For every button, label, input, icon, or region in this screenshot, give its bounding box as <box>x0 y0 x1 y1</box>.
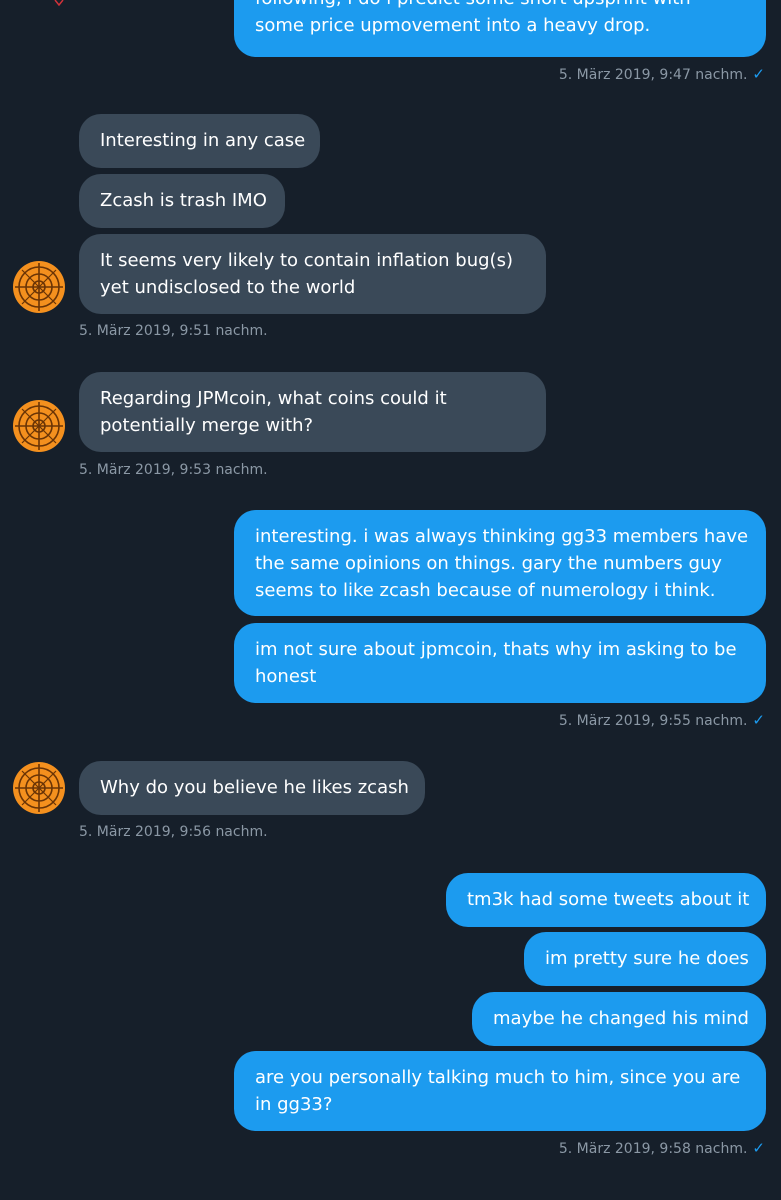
message-text: maybe he changed his mind <box>493 1008 749 1029</box>
message-text: honest <box>255 666 317 687</box>
target-avatar-icon[interactable] <box>12 399 66 453</box>
sent-message[interactable]: maybe he changed his mind <box>472 992 766 1046</box>
received-message[interactable]: Zcash is trash IMO <box>79 174 285 228</box>
message-timestamp: 5. März 2019, 9:53 nachm. <box>79 462 268 478</box>
checkmark-icon: ✓ <box>752 1139 765 1157</box>
sent-message[interactable]: im pretty sure he does <box>524 932 766 986</box>
dm-conversation: following, i do l predict some short ups… <box>0 0 781 1200</box>
message-timestamp: 5. März 2019, 9:58 nachm. ✓ <box>558 1139 765 1157</box>
corner-fragment-icon <box>54 0 64 6</box>
message-timestamp: 5. März 2019, 9:56 nachm. <box>79 824 268 840</box>
message-text: im not sure about jpmcoin, thats why im … <box>255 639 737 660</box>
received-message[interactable]: Why do you believe he likes zcash <box>79 761 425 815</box>
checkmark-icon: ✓ <box>752 65 765 83</box>
message-text: some price upmovement into a heavy drop. <box>255 15 651 36</box>
message-text: Interesting in any case <box>100 130 306 151</box>
checkmark-icon: ✓ <box>752 711 765 729</box>
sent-message[interactable]: following, i do l predict some short ups… <box>234 0 766 57</box>
received-message[interactable]: It seems very likely to contain inflatio… <box>79 234 546 314</box>
target-avatar-icon[interactable] <box>12 761 66 815</box>
message-text: following, i do l predict some short ups… <box>255 0 745 12</box>
message-text: tm3k had some tweets about it <box>467 889 750 910</box>
message-text: yet undisclosed to the world <box>100 277 356 298</box>
message-text: im pretty sure he does <box>545 948 749 969</box>
message-text: interesting. i was always thinking gg33 … <box>255 526 749 547</box>
received-message[interactable]: Interesting in any case <box>79 114 320 168</box>
message-text: Why do you believe he likes zcash <box>100 777 409 798</box>
message-timestamp: 5. März 2019, 9:51 nachm. <box>79 323 268 339</box>
message-text: Regarding JPMcoin, what coins could it <box>100 388 447 409</box>
message-text: Zcash is trash IMO <box>100 190 267 211</box>
message-text: are you personally talking much to him, … <box>255 1067 741 1088</box>
received-message[interactable]: Regarding JPMcoin, what coins could it p… <box>79 372 546 452</box>
target-avatar-icon[interactable] <box>12 260 66 314</box>
sent-message[interactable]: im not sure about jpmcoin, thats why im … <box>234 623 766 703</box>
message-text: It seems very likely to contain inflatio… <box>100 250 513 271</box>
message-text: in gg33? <box>255 1094 333 1115</box>
message-timestamp: 5. März 2019, 9:55 nachm. ✓ <box>558 711 765 729</box>
message-text: potentially merge with? <box>100 415 314 436</box>
message-timestamp: 5. März 2019, 9:47 nachm. ✓ <box>558 65 765 83</box>
sent-message[interactable]: tm3k had some tweets about it <box>446 873 766 927</box>
message-text: the same opinions on things. gary the nu… <box>255 553 722 574</box>
message-text: seems to like zcash because of numerolog… <box>255 580 716 601</box>
sent-message[interactable]: interesting. i was always thinking gg33 … <box>234 510 766 616</box>
sent-message[interactable]: are you personally talking much to him, … <box>234 1051 766 1131</box>
